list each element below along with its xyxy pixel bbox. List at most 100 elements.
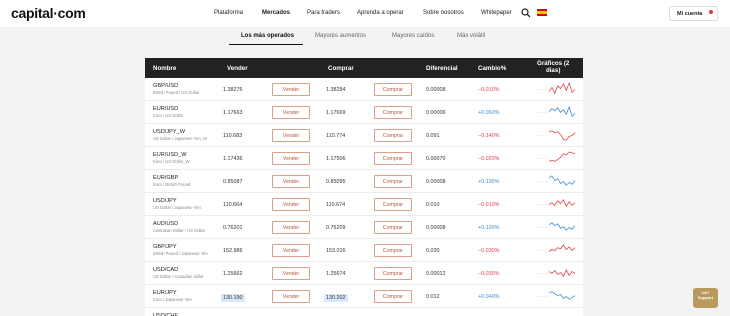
change-percent: +0.040%: [478, 294, 500, 300]
instrument-symbol[interactable]: USD/CAD: [153, 267, 178, 273]
instrument-description: Australian Dollar / US Dollar: [153, 228, 206, 233]
buy-price: 1.17669: [326, 110, 346, 116]
nav-item-whitepaper[interactable]: Whitepaper: [481, 10, 512, 16]
sell-price: 1.38276: [223, 87, 243, 93]
table-row[interactable]: EUR/USD_W Euro / US Dollar_W 1.17436 Vender…: [145, 147, 583, 170]
table-row[interactable]: EUR/USD Euro / US Dollar 1.17663 Vender 1.17…: [145, 101, 583, 124]
sell-price: 1.25662: [223, 271, 243, 277]
instrument-symbol[interactable]: AUD/USD: [153, 221, 178, 227]
buy-button[interactable]: Comprar: [374, 106, 412, 119]
logo[interactable]: capital·com: [11, 5, 86, 21]
buy-price: 1.17506: [326, 156, 346, 162]
buy-button[interactable]: Comprar: [374, 267, 412, 280]
spread-value: 0.00008: [426, 87, 446, 93]
tab-mas-volatil[interactable]: Más volátil: [457, 33, 485, 39]
instrument-description: Euro / US Dollar_W: [153, 159, 190, 164]
sparkline-series: [548, 151, 576, 162]
buy-price: 130.202: [324, 294, 348, 302]
buy-button[interactable]: Comprar: [374, 221, 412, 234]
sell-price: 152.986: [223, 248, 243, 254]
sell-price: 130.190: [221, 294, 245, 302]
sell-button[interactable]: Vender: [272, 244, 310, 257]
table-row[interactable]: USD/JPY US Dollar / Japanese Yen 110.664 Ve…: [145, 193, 583, 216]
sell-button[interactable]: Vender: [272, 83, 310, 96]
table-row[interactable]: EUR/GBP Euro / British Pound 0.85087 Vender…: [145, 170, 583, 193]
notification-dot-icon: [709, 10, 713, 14]
table-header: Nombre Vender Comprar Diferencial Cambio…: [145, 58, 583, 78]
sparkline-chart: [535, 81, 576, 95]
buy-button[interactable]: Comprar: [374, 175, 412, 188]
col-header-buy: Comprar: [328, 65, 354, 72]
sell-button[interactable]: Vender: [272, 267, 310, 280]
buy-button[interactable]: Comprar: [374, 290, 412, 303]
table-row[interactable]: GBP/USD British Pound / US Dollar 1.38276 V…: [145, 78, 583, 101]
instrument-symbol[interactable]: EUR/GBP: [153, 175, 178, 181]
buy-button[interactable]: Comprar: [374, 83, 412, 96]
nav-item-sobre-nosotros[interactable]: Sobre nosotros: [423, 10, 464, 16]
buy-price: 0.76209: [326, 225, 346, 231]
sparkline-chart: [535, 105, 576, 118]
col-header-name: Nombre: [153, 65, 177, 72]
spread-value: 0.030: [426, 248, 440, 254]
sell-button[interactable]: Vender: [272, 221, 310, 234]
sparkline-chart: [535, 268, 576, 278]
sparkline-series: [548, 130, 576, 141]
sell-button[interactable]: Vender: [272, 198, 310, 211]
my-account-label: Mi cuenta: [677, 10, 703, 17]
sparkline-series: [548, 81, 576, 95]
sparkline-chart: [535, 244, 576, 252]
spread-value: 0.091: [426, 133, 440, 139]
change-percent: −0.020%: [478, 156, 500, 162]
instrument-symbol[interactable]: EUR/USD_W: [153, 152, 187, 158]
table-row[interactable]: AUD/USD Australian Dollar / US Dollar 0.76…: [145, 216, 583, 239]
sell-price: 0.76201: [223, 225, 243, 231]
buy-button[interactable]: Comprar: [374, 244, 412, 257]
support-chat-button[interactable]: 24/7 Support: [693, 288, 718, 308]
nav-item-aprenda[interactable]: Aprenda a operar: [357, 10, 404, 16]
sell-button[interactable]: Vender: [272, 129, 310, 142]
change-percent: +0.100%: [478, 225, 500, 231]
sell-button[interactable]: Vender: [272, 106, 310, 119]
table-row[interactable]: USD/JPY_W US Dollar / Japanese Yen_W 110.6…: [145, 124, 583, 147]
instrument-symbol[interactable]: EUR/JPY: [153, 290, 177, 296]
col-header-chart-line2: días): [545, 67, 561, 74]
table-row[interactable]: USD/CAD US Dollar / Canadian dollar 1.2566…: [145, 262, 583, 285]
spain-flag-icon[interactable]: [537, 9, 547, 16]
sparkline-chart: [535, 151, 576, 162]
buy-button[interactable]: Comprar: [374, 152, 412, 165]
sell-button[interactable]: Vender: [272, 152, 310, 165]
table-row[interactable]: USD/CHF: [145, 308, 583, 316]
instrument-symbol[interactable]: GBP/JPY: [153, 244, 177, 250]
buy-button[interactable]: Comprar: [374, 129, 412, 142]
tab-mayores-caidos[interactable]: Mayores caídos: [392, 33, 434, 39]
table-row[interactable]: GBP/JPY British Pound / Japanese Yen 152.9…: [145, 239, 583, 262]
sell-button[interactable]: Vender: [272, 175, 310, 188]
my-account-button[interactable]: Mi cuenta: [669, 6, 718, 21]
support-line2: Support: [697, 295, 714, 300]
table-row[interactable]: EUR/JPY Euro / Japanese Yen 130.190 Vender 1…: [145, 285, 583, 308]
instrument-symbol[interactable]: GBP/USD: [153, 83, 178, 89]
sell-button[interactable]: Vender: [272, 290, 310, 303]
instrument-symbol[interactable]: USD/JPY: [153, 198, 177, 204]
sparkline-series: [548, 199, 576, 208]
change-percent: −0.140%: [478, 133, 500, 139]
change-percent: −0.010%: [478, 202, 500, 208]
sparkline-series: [548, 105, 576, 118]
buy-price: 153.016: [326, 248, 346, 254]
spread-value: 0.00008: [426, 225, 446, 231]
buy-button[interactable]: Comprar: [374, 198, 412, 211]
tab-mayores-aumentos[interactable]: Mayores aumentos: [315, 33, 366, 39]
spread-value: 0.00006: [426, 110, 446, 116]
search-icon[interactable]: [521, 8, 531, 18]
nav-item-plataforma[interactable]: Plataforma: [214, 10, 243, 16]
col-header-change: Cambio%: [478, 65, 507, 72]
nav-item-mercados[interactable]: Mercados: [262, 10, 290, 16]
instrument-symbol[interactable]: EUR/USD: [153, 106, 178, 112]
instrument-description: Euro / British Pound: [153, 182, 191, 187]
sparkline-chart: [535, 199, 576, 208]
change-percent: +0.130%: [478, 179, 500, 185]
nav-item-para-traders[interactable]: Para traders: [307, 10, 340, 16]
tab-mas-operados[interactable]: Los más operados: [241, 33, 294, 39]
instrument-symbol[interactable]: USD/JPY_W: [153, 129, 185, 135]
change-percent: −0.030%: [478, 248, 500, 254]
